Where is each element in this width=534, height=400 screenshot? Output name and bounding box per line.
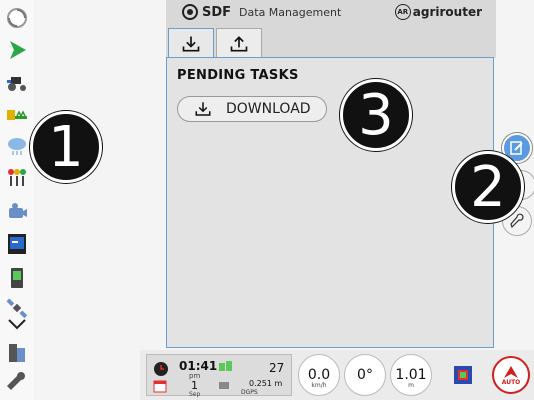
antenna-icon <box>219 382 229 389</box>
callout-1: 1 <box>30 111 102 183</box>
app-brand: SDF Data Management <box>182 4 341 20</box>
callout-3: 3 <box>340 79 412 151</box>
clock-icon <box>154 362 168 376</box>
section-title: PENDING TASKS <box>177 68 299 83</box>
accuracy-unit: m <box>274 379 283 388</box>
pending-tasks-panel: PENDING TASKS DOWNLOAD <box>166 57 494 348</box>
chevron-down-icon <box>8 319 26 330</box>
gps-accuracy: 0.251 m <box>249 379 282 388</box>
satellite-signal-icon <box>219 361 232 371</box>
offset-unit: m <box>408 382 414 389</box>
sidebar-item-device[interactable] <box>3 264 31 292</box>
sdf-logo-icon <box>182 4 198 20</box>
agrirouter-logo: AR agrirouter <box>394 4 482 20</box>
auto-steer-button[interactable]: AUTO <box>492 356 530 394</box>
data-management-panel: SDF Data Management AR agrirouter PENDIN… <box>166 0 496 350</box>
fuel-icon <box>9 344 25 362</box>
upload-icon <box>230 35 248 51</box>
sidebar-item-sections[interactable] <box>3 164 31 192</box>
speed-gauge[interactable]: 0.0 km/h <box>298 354 340 396</box>
sidebar-item-weather[interactable] <box>3 132 31 160</box>
swirl-icon <box>7 8 27 28</box>
offset-value: 1.01 <box>395 367 427 383</box>
edit-icon <box>510 141 523 155</box>
download-icon <box>182 36 200 52</box>
sidebar-expand[interactable] <box>3 316 31 332</box>
left-sidebar <box>0 0 34 400</box>
sidebar-item-fuel[interactable] <box>3 338 31 366</box>
play-arrow-icon <box>10 41 26 59</box>
heading-gauge[interactable]: 0° <box>344 354 386 396</box>
sidebar-item-terminal[interactable] <box>3 230 31 258</box>
header-bar: SDF Data Management AR agrirouter <box>166 0 496 24</box>
date-month: Sep <box>189 391 201 398</box>
navigation-arrow-icon <box>504 365 518 378</box>
wrench-icon <box>510 213 524 229</box>
sections-icon <box>8 169 26 186</box>
auto-label: AUTO <box>501 378 521 386</box>
speed-value: 0.0 <box>307 367 331 383</box>
satellite-count: 27 <box>269 361 285 375</box>
clock-time: 01:41 <box>179 359 218 373</box>
brand-name: SDF <box>202 4 232 20</box>
tab-download[interactable] <box>168 28 214 59</box>
screen-layout-icon[interactable] <box>452 364 474 386</box>
sidebar-item-swirl[interactable] <box>3 4 31 32</box>
status-bar: 01:41 pm 1 Sep 27 0.251 m DGPS 0.0 km/h … <box>140 350 534 400</box>
callout-2: 2 <box>452 151 524 223</box>
implement-icon <box>7 110 27 120</box>
sidebar-item-camera[interactable] <box>3 198 31 226</box>
sidebar-item-guidance[interactable] <box>3 36 31 64</box>
sidebar-item-implement[interactable] <box>3 100 31 128</box>
sidebar-item-tools[interactable] <box>3 368 31 396</box>
gps-mode: DGPS <box>241 389 258 396</box>
tractor-icon <box>7 77 26 91</box>
download-icon <box>195 102 211 116</box>
tab-bar <box>166 24 496 59</box>
time-gps-widget[interactable]: 01:41 pm 1 Sep 27 0.251 m DGPS <box>146 354 292 398</box>
agrirouter-name: agrirouter <box>412 5 482 19</box>
camera-icon <box>9 203 27 218</box>
wrench-icon <box>7 372 25 390</box>
device-icon <box>11 268 23 288</box>
sidebar-item-tractor[interactable] <box>3 68 31 96</box>
download-label: DOWNLOAD <box>226 101 311 117</box>
cloud-icon <box>8 138 26 155</box>
accuracy-value: 0.251 <box>249 379 272 388</box>
tab-upload[interactable] <box>216 28 262 58</box>
speed-unit: km/h <box>311 382 327 389</box>
offset-gauge[interactable]: 1.01 m <box>390 354 432 396</box>
terminal-icon <box>8 234 26 254</box>
download-button[interactable]: DOWNLOAD <box>177 96 327 122</box>
agrirouter-mark: AR <box>394 4 411 20</box>
app-title: Data Management <box>239 5 342 19</box>
calendar-icon <box>153 380 167 393</box>
heading-value: 0° <box>357 367 373 383</box>
